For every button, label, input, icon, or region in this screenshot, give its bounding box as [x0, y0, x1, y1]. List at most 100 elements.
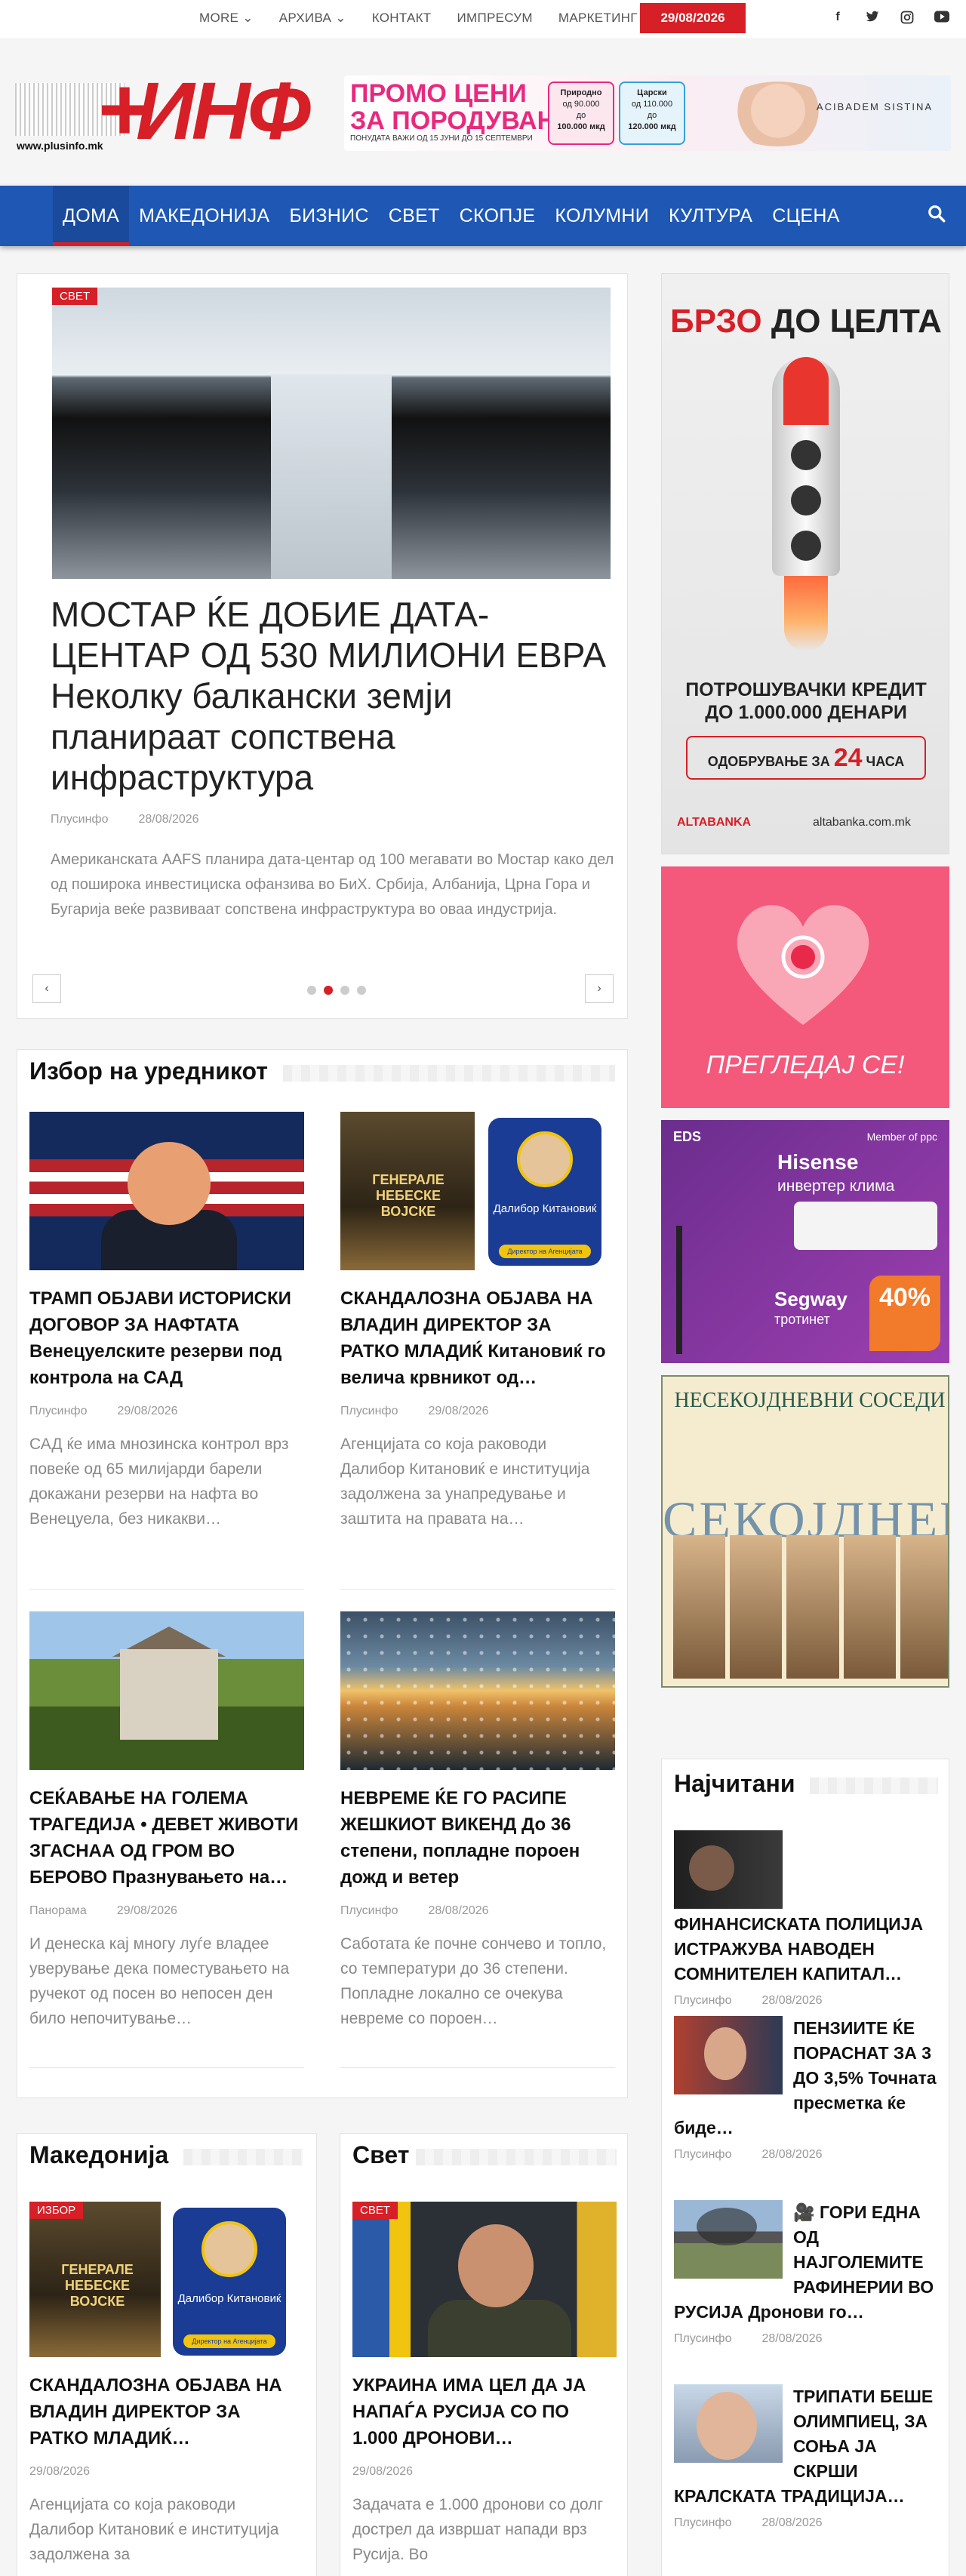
promo-box-title: Природно: [560, 88, 602, 97]
nav-item-macedonia[interactable]: МАКЕДОНИЈА: [129, 186, 279, 246]
post-card[interactable]: ТРАМП ОБЈАВИ ИСТОРИСКИ ДОГОВОР ЗА НАФТАТ…: [29, 1112, 304, 1531]
book-cover: ГЕНЕРАЛЕ НЕБЕСКЕ ВОЈСКЕ: [340, 1112, 475, 1270]
ad-cta-button[interactable]: ОДОБРУВАЊЕ ЗА 24 ЧАСА: [686, 736, 926, 780]
ad-text: ПОТРОШУВАЧКИ КРЕДИТ ДО 1.000.000 ДЕНАРИ: [662, 679, 949, 724]
post-title[interactable]: СЕЌАВАЊЕ НА ГОЛЕМА ТРАГЕДИЈА • ДЕВЕТ ЖИВ…: [29, 1785, 304, 1891]
top-link-impressum[interactable]: ИМПРЕСУМ: [457, 11, 533, 26]
title-decoration: [283, 1065, 615, 1082]
author[interactable]: Плусинфо: [29, 1405, 88, 1417]
sidebar-ad-neighbours[interactable]: НЕСЕКОЈДНЕВНИ СОСЕДИ СЕКОЈДНЕВН: [661, 1375, 949, 1688]
nav-item-world[interactable]: СВЕТ: [379, 186, 450, 246]
post-card[interactable]: НЕВРЕМЕ ЌЕ ГО РАСИПЕ ЖЕШКИОТ ВИКЕНД До 3…: [340, 1611, 615, 2031]
person-badge: Далибор Китановиќ Директор на Агенцијата: [173, 2208, 286, 2356]
category-badge[interactable]: СВЕТ: [352, 2202, 398, 2219]
image-face: [128, 1142, 211, 1225]
post-title[interactable]: УКРАИНА ИМА ЦЕЛ ДА ЈА НАПАЃА РУСИЈА СО П…: [352, 2372, 617, 2451]
ad-headline: БРЗО ДО ЦЕЛТА: [662, 303, 949, 340]
post-image[interactable]: [340, 1611, 615, 1770]
post-thumbnail[interactable]: [674, 1830, 783, 1909]
section-title[interactable]: Свет: [352, 2141, 409, 2169]
date: 29/08/2026: [116, 1904, 177, 1917]
ad-site: altabanka.com.mk: [813, 816, 911, 829]
slider-dot[interactable]: [357, 986, 366, 995]
slider-dot[interactable]: [307, 986, 316, 995]
nav-item-home[interactable]: ДОМА: [53, 186, 130, 246]
author[interactable]: Плусинфо: [674, 2148, 732, 2161]
post-meta: Плусинфо 28/08/2026: [674, 2509, 940, 2530]
facebook-icon[interactable]: f: [830, 11, 845, 28]
post-title[interactable]: СКАНДАЛОЗНА ОБЈАВА НА ВЛАДИН ДИРЕКТОР ЗА…: [340, 1285, 615, 1391]
youtube-icon[interactable]: [934, 11, 949, 28]
promo-box-to: до: [576, 111, 586, 120]
post-image[interactable]: [29, 1611, 304, 1770]
post-title[interactable]: НЕВРЕМЕ ЌЕ ГО РАСИПЕ ЖЕШКИОТ ВИКЕНД До 3…: [340, 1785, 615, 1891]
sidebar-ad-altabanka[interactable]: БРЗО ДО ЦЕЛТА ПОТРОШУВАЧКИ КРЕДИТ ДО 1.0…: [661, 273, 949, 854]
post-title[interactable]: ТРАМП ОБЈАВИ ИСТОРИСКИ ДОГОВОР ЗА НАФТАТ…: [29, 1285, 304, 1391]
most-read-item[interactable]: 🎥 ГОРИ ЕДНА ОД НАЈГОЛЕМИТЕ РАФИНЕРИИ ВО …: [674, 2200, 940, 2346]
book-cover-title: ГЕНЕРАЛЕ НЕБЕСКЕ ВОЈСКЕ: [372, 1172, 445, 1219]
sidebar-ad-checkup[interactable]: ПРЕГЛЕДАЈ СЕ!: [661, 866, 949, 1108]
twitter-icon[interactable]: [865, 11, 880, 28]
section-title[interactable]: Македонија: [29, 2141, 168, 2169]
nav-item-scene[interactable]: СЦЕНА: [762, 186, 849, 246]
site-logo[interactable]: + ИНФ www.plusinfo.mk: [15, 64, 340, 162]
rocket-window: [791, 531, 821, 561]
featured-meta: Плусинфо 28/08/2026: [51, 813, 199, 826]
sidebar-ad-eds[interactable]: EDS Member of ppc Hisense инвертер клима…: [661, 1120, 949, 1363]
post-card[interactable]: СЕЌАВАЊЕ НА ГОЛЕМА ТРАГЕДИЈА • ДЕВЕТ ЖИВ…: [29, 1611, 304, 2031]
slider-next-button[interactable]: ›: [585, 974, 614, 1003]
nav-item-columns[interactable]: КОЛУМНИ: [545, 186, 659, 246]
slider-dot[interactable]: [340, 986, 349, 995]
promo-box-from: од 110.000: [631, 100, 673, 109]
nav-item-culture[interactable]: КУЛТУРА: [659, 186, 762, 246]
post-image[interactable]: ГЕНЕРАЛЕ НЕБЕСКЕ ВОЈСКЕ Далибор Китанови…: [29, 2202, 300, 2357]
post-card[interactable]: ГЕНЕРАЛЕ НЕБЕСКЕ ВОЈСКЕ Далибор Китанови…: [340, 1112, 615, 1531]
slider-prev-button[interactable]: ‹: [32, 974, 61, 1003]
post-image[interactable]: ГЕНЕРАЛЕ НЕБЕСКЕ ВОЈСКЕ Далибор Китанови…: [340, 1112, 615, 1270]
cast-photo: [900, 1535, 948, 1679]
promo-box-from: од 90.000: [562, 100, 600, 109]
author[interactable]: Плусинфо: [674, 2516, 732, 2529]
category-badge[interactable]: СВЕТ: [52, 288, 98, 305]
author[interactable]: Плусинфо: [51, 813, 109, 826]
most-read-item[interactable]: ТРИПАТИ БЕШЕ ОЛИМПИЕЦ, ЗА СОЊА ЈА СКРШИ …: [674, 2384, 940, 2530]
cast-photo: [673, 1535, 726, 1679]
post-thumbnail[interactable]: [674, 2384, 783, 2463]
rocket-window: [791, 440, 821, 470]
author[interactable]: Плусинфо: [674, 2332, 732, 2345]
search-icon[interactable]: [927, 204, 946, 223]
cast-photo: [786, 1535, 839, 1679]
social-links: f: [830, 11, 949, 28]
slider-dot-active[interactable]: [324, 986, 333, 995]
most-read-section: Најчитани ФИНАНСИСКАТА ПОЛИЦИЈА ИСТРАЖУВ…: [661, 1759, 949, 2576]
instagram-icon[interactable]: [900, 11, 915, 28]
nav-item-skopje[interactable]: СКОПЈЕ: [450, 186, 546, 246]
most-read-item[interactable]: ФИНАНСИСКАТА ПОЛИЦИЈА ИСТРАЖУВА НАВОДЕН …: [674, 1830, 940, 2008]
post-card[interactable]: ГЕНЕРАЛЕ НЕБЕСКЕ ВОЈСКЕ Далибор Китанови…: [29, 2202, 300, 2567]
post-image[interactable]: СВЕТ: [352, 2202, 617, 2357]
top-link-contact[interactable]: КОНТАКТ: [372, 11, 432, 26]
section-title: Најчитани: [674, 1770, 795, 1797]
author[interactable]: Плусинфо: [340, 1904, 398, 1917]
nav-item-business[interactable]: БИЗНИС: [279, 186, 378, 246]
top-link-marketing[interactable]: МАРКЕТИНГ: [558, 11, 638, 26]
category-badge[interactable]: ИЗБОР: [29, 2202, 84, 2219]
post-title[interactable]: СКАНДАЛОЗНА ОБЈАВА НА ВЛАДИН ДИРЕКТОР ЗА…: [29, 2372, 300, 2451]
ad-scooter: тротинет: [774, 1312, 830, 1327]
author[interactable]: Плусинфо: [340, 1405, 398, 1417]
author[interactable]: Панорама: [29, 1904, 87, 1917]
top-link-archive[interactable]: АРХИВА ⌄: [279, 11, 346, 26]
image-figure: [428, 2300, 571, 2357]
post-thumbnail[interactable]: [674, 2016, 783, 2094]
post-thumbnail[interactable]: [674, 2200, 783, 2279]
featured-title[interactable]: МОСТАР ЌЕ ДОБИЕ ДАТА-ЦЕНТАР ОД 530 МИЛИО…: [51, 594, 624, 798]
post-image[interactable]: [29, 1112, 304, 1270]
featured-image[interactable]: [52, 288, 611, 579]
header-promo-banner[interactable]: ПРОМО ЦЕНИ ЗА ПОРОДУВАЊЕ ПОНУДАТА ВАЖИ О…: [344, 75, 951, 151]
post-card[interactable]: СВЕТ УКРАИНА ИМА ЦЕЛ ДА ЈА НАПАЃА РУСИЈА…: [352, 2202, 617, 2567]
ad-ppc: Member of ppc: [866, 1131, 937, 1143]
top-link-more[interactable]: MORE ⌄: [199, 11, 254, 26]
author[interactable]: Плусинфо: [674, 1994, 732, 2007]
most-read-item[interactable]: ПЕНЗИИТЕ ЌЕ ПОРАСНАТ ЗА 3 ДО 3,5% Точнат…: [674, 2016, 940, 2162]
promo-baby-image: [721, 82, 835, 146]
